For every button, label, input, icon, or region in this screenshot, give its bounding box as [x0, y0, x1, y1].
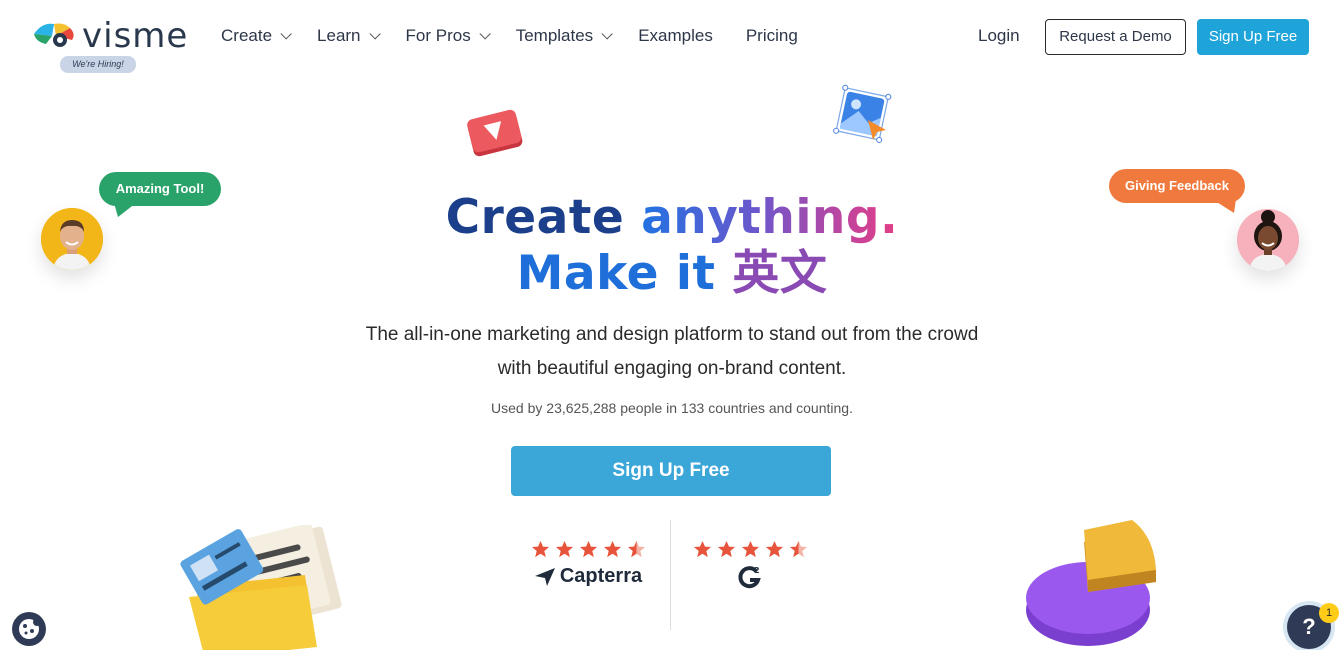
- hero-sign-up-button[interactable]: Sign Up Free: [511, 446, 831, 496]
- star-icon: [765, 540, 783, 558]
- menu-learn[interactable]: Learn: [317, 26, 381, 46]
- star-icon: [555, 540, 573, 558]
- capterra-logo: Capterra: [518, 565, 658, 588]
- play-icon: [467, 109, 523, 157]
- usage-stats: Used by 23,625,288 people in 133 countri…: [491, 400, 853, 416]
- star-icon: [741, 540, 759, 558]
- sign-up-button[interactable]: Sign Up Free: [1197, 19, 1309, 55]
- star-icon: [717, 540, 735, 558]
- hero-subtitle-line1: The all-in-one marketing and design plat…: [365, 324, 979, 345]
- menu-label: Examples: [638, 26, 713, 45]
- folder-illustration: [180, 525, 342, 650]
- g2-logo: 2: [680, 565, 820, 591]
- menu-label: Pricing: [745, 26, 798, 45]
- image-icon: [833, 84, 892, 143]
- hero-title-rotating-word: 英文: [732, 246, 828, 301]
- star-icon: [579, 540, 597, 558]
- chevron-down-icon: [368, 28, 381, 40]
- hero-title-anything: anything.: [641, 190, 899, 245]
- top-navigation: visme We're Hiring! Create Learn For Pro…: [0, 0, 1344, 80]
- star-icon: [531, 540, 549, 558]
- notification-badge: 1: [1319, 603, 1339, 623]
- visme-logo-icon: [34, 23, 74, 47]
- g2-rating[interactable]: 2: [680, 540, 820, 591]
- hero-title-make-it: Make it: [516, 246, 716, 301]
- main-menu: Create Learn For Pros Templates Examples…: [221, 26, 827, 46]
- star-rating: [680, 540, 820, 559]
- request-demo-button[interactable]: Request a Demo: [1045, 19, 1186, 55]
- half-star-icon: [627, 540, 645, 558]
- menu-for-pros[interactable]: For Pros: [405, 26, 491, 46]
- star-rating: [518, 540, 658, 559]
- menu-examples[interactable]: Examples: [638, 26, 713, 46]
- hero-title: Create anything. Make it 英文: [0, 190, 1344, 302]
- menu-label: Create: [221, 26, 273, 45]
- hero-subtitle: The all-in-one marketing and design plat…: [0, 318, 1344, 386]
- menu-label: For Pros: [405, 26, 471, 45]
- menu-pricing[interactable]: Pricing: [746, 26, 798, 46]
- cookie-settings-button[interactable]: [12, 612, 46, 646]
- hero-title-create: Create: [445, 190, 625, 245]
- g2-icon: 2: [738, 566, 761, 589]
- svg-text:2: 2: [754, 566, 760, 575]
- help-icon: ?: [1302, 614, 1316, 639]
- menu-create[interactable]: Create: [221, 26, 292, 46]
- hero-subtitle-line2: with beautiful engaging on-brand content…: [497, 358, 847, 379]
- capterra-rating[interactable]: Capterra: [518, 540, 658, 588]
- hero-title-line1: Create anything.: [0, 190, 1344, 246]
- star-icon: [603, 540, 621, 558]
- chevron-down-icon: [601, 28, 613, 40]
- cookie-icon: [19, 618, 41, 639]
- menu-label: Learn: [317, 26, 361, 45]
- hero-title-line2: Make it 英文: [0, 246, 1344, 302]
- login-link[interactable]: Login: [978, 26, 1020, 46]
- visme-logo[interactable]: visme We're Hiring!: [32, 16, 192, 74]
- hiring-badge[interactable]: We're Hiring!: [60, 56, 136, 73]
- logo-text: visme: [82, 16, 189, 56]
- ratings-divider: [670, 520, 671, 630]
- half-star-icon: [789, 540, 807, 558]
- chevron-down-icon: [479, 28, 491, 40]
- menu-label: Templates: [515, 26, 594, 45]
- chevron-down-icon: [280, 28, 292, 40]
- menu-templates[interactable]: Templates: [515, 26, 613, 46]
- pie-chart-illustration: [1026, 520, 1156, 646]
- star-icon: [693, 540, 711, 558]
- capterra-label: Capterra: [559, 565, 643, 587]
- capterra-icon: [534, 567, 555, 586]
